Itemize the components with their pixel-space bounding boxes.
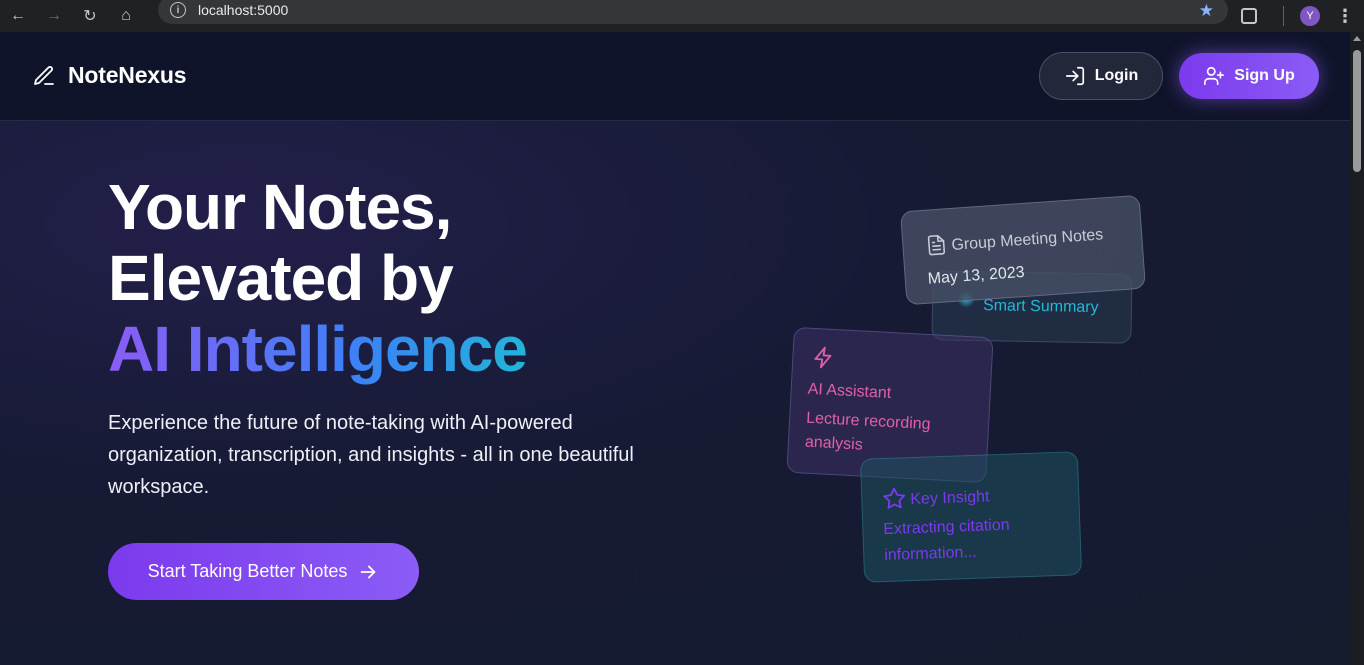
hero-title: Your Notes, Elevated by AI Intelligence — [108, 171, 528, 385]
site-info-icon[interactable]: i — [170, 2, 186, 18]
home-icon[interactable]: ⌂ — [108, 0, 144, 32]
brand-logo[interactable]: NoteNexus — [32, 62, 187, 89]
site-header: NoteNexus Login Sign Up — [0, 32, 1350, 121]
star-icon — [883, 487, 906, 509]
start-notes-button[interactable]: Start Taking Better Notes — [108, 543, 419, 600]
login-button[interactable]: Login — [1039, 52, 1163, 100]
profile-avatar[interactable]: Y — [1300, 6, 1320, 26]
forward-arrow-icon[interactable]: → — [36, 0, 72, 32]
hero-description: Experience the future of note-taking wit… — [108, 412, 634, 498]
signup-button[interactable]: Sign Up — [1179, 53, 1319, 99]
scrollbar-thumb[interactable] — [1353, 50, 1361, 172]
scroll-up-icon[interactable] — [1353, 36, 1361, 41]
smart-summary-label: Smart Summary — [982, 297, 1099, 317]
hero-title-highlight: AI Intelligence — [108, 313, 528, 385]
signup-label: Sign Up — [1234, 67, 1295, 84]
bookmark-star-icon[interactable]: ★ — [1199, 1, 1214, 21]
meeting-notes-date: May 13, 2023 — [927, 263, 1026, 288]
login-label: Login — [1094, 67, 1139, 84]
brand-name: NoteNexus — [68, 62, 187, 88]
page-scrollbar[interactable] — [1350, 32, 1364, 665]
browser-toolbar: ← → ↻ ⌂ i localhost:5000 ★ Y ⋮ — [0, 0, 1364, 32]
arrow-right-icon — [361, 565, 376, 578]
toolbar-divider — [1283, 6, 1284, 26]
key-insight-title: Key Insight — [910, 488, 990, 509]
user-plus-icon — [1204, 66, 1225, 86]
hero-title-line1: Your Notes, — [108, 171, 452, 243]
address-url[interactable]: localhost:5000 — [198, 2, 288, 18]
hero-title-line2: Elevated by — [108, 242, 454, 314]
back-arrow-icon[interactable]: ← — [0, 0, 36, 32]
lightning-icon — [814, 346, 832, 369]
extensions-icon[interactable] — [1241, 8, 1257, 24]
key-insight-card: Key Insight Extracting citation informat… — [859, 451, 1083, 583]
key-insight-text: Extracting citation information... — [883, 516, 1010, 565]
reload-icon[interactable]: ↻ — [72, 0, 108, 32]
address-bar[interactable]: i localhost:5000 ★ — [158, 0, 1228, 24]
login-icon — [1065, 66, 1084, 86]
meeting-notes-title: Group Meeting Notes — [950, 226, 1104, 254]
ai-assistant-title: AI Assistant — [807, 380, 892, 403]
pencil-icon — [34, 65, 54, 85]
cta-label: Start Taking Better Notes — [147, 561, 348, 581]
more-menu-icon[interactable]: ⋮ — [1336, 6, 1354, 27]
document-icon — [927, 234, 946, 256]
landing-page: NoteNexus Login Sign Up Your Notes, Elev… — [0, 32, 1350, 665]
meeting-notes-card: Group Meeting Notes May 13, 2023 — [900, 194, 1146, 306]
